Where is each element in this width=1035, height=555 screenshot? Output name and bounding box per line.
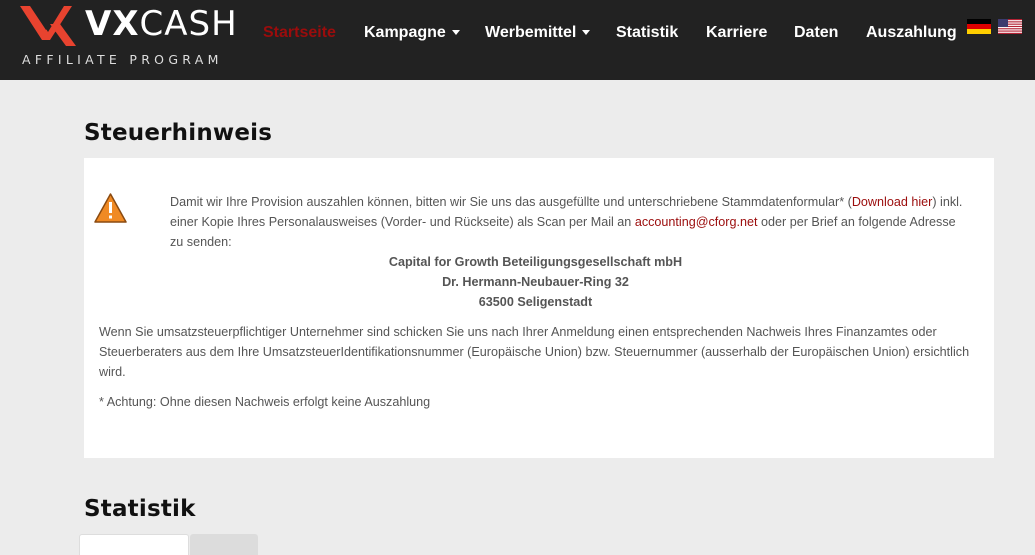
address-line: 63500 Seligenstadt xyxy=(478,295,593,309)
tax-notice-panel: Damit wir Ihre Provision auszahlen könne… xyxy=(84,158,994,458)
vxcash-logo[interactable]: VXCASH AFFILIATE PROGRAM xyxy=(20,4,240,74)
nav-karriere[interactable]: Karriere xyxy=(706,23,767,43)
statistik-tab[interactable] xyxy=(190,534,258,555)
nav-werbemittel[interactable]: Werbemittel xyxy=(485,23,591,43)
warning-icon xyxy=(94,193,127,223)
caret-down-icon xyxy=(582,30,591,36)
nav-kampagne[interactable]: Kampagne xyxy=(364,23,460,43)
page-title: Steuerhinweis xyxy=(84,120,273,146)
vat-notice-text: Wenn Sie umsatzsteuerpflichtiger Unterne… xyxy=(99,325,970,379)
brand-tagline: AFFILIATE PROGRAM xyxy=(22,52,223,67)
statistik-title: Statistik xyxy=(84,496,196,522)
de-flag-icon[interactable] xyxy=(967,19,991,34)
brand-name: VXCASH xyxy=(85,4,238,44)
us-flag-icon[interactable] xyxy=(998,19,1022,34)
nav-auszahlung[interactable]: Auszahlung xyxy=(866,23,957,43)
nav-statistik[interactable]: Statistik xyxy=(616,23,678,43)
caret-down-icon xyxy=(451,30,460,36)
vx-logo-icon xyxy=(20,6,76,46)
top-navbar: VXCASH AFFILIATE PROGRAM Startseite Kamp… xyxy=(0,0,1035,80)
address-line: Dr. Hermann-Neubauer-Ring 32 xyxy=(442,275,629,289)
email-link[interactable]: accounting@cforg.net xyxy=(635,215,758,229)
intro-text: Damit wir Ihre Provision auszahlen könne… xyxy=(170,195,963,249)
address-line: Capital for Growth Beteiligungsgesellsch… xyxy=(388,255,683,269)
statistik-tab-active[interactable] xyxy=(79,534,189,555)
footnote-text: * Achtung: Ohne diesen Nachweis erfolgt … xyxy=(99,395,431,409)
postal-address: Capital for Growth Beteiligungsgesellsch… xyxy=(84,252,987,312)
nav-startseite[interactable]: Startseite xyxy=(263,23,336,43)
download-link[interactable]: Download hier xyxy=(852,195,933,209)
nav-daten[interactable]: Daten xyxy=(794,23,838,43)
